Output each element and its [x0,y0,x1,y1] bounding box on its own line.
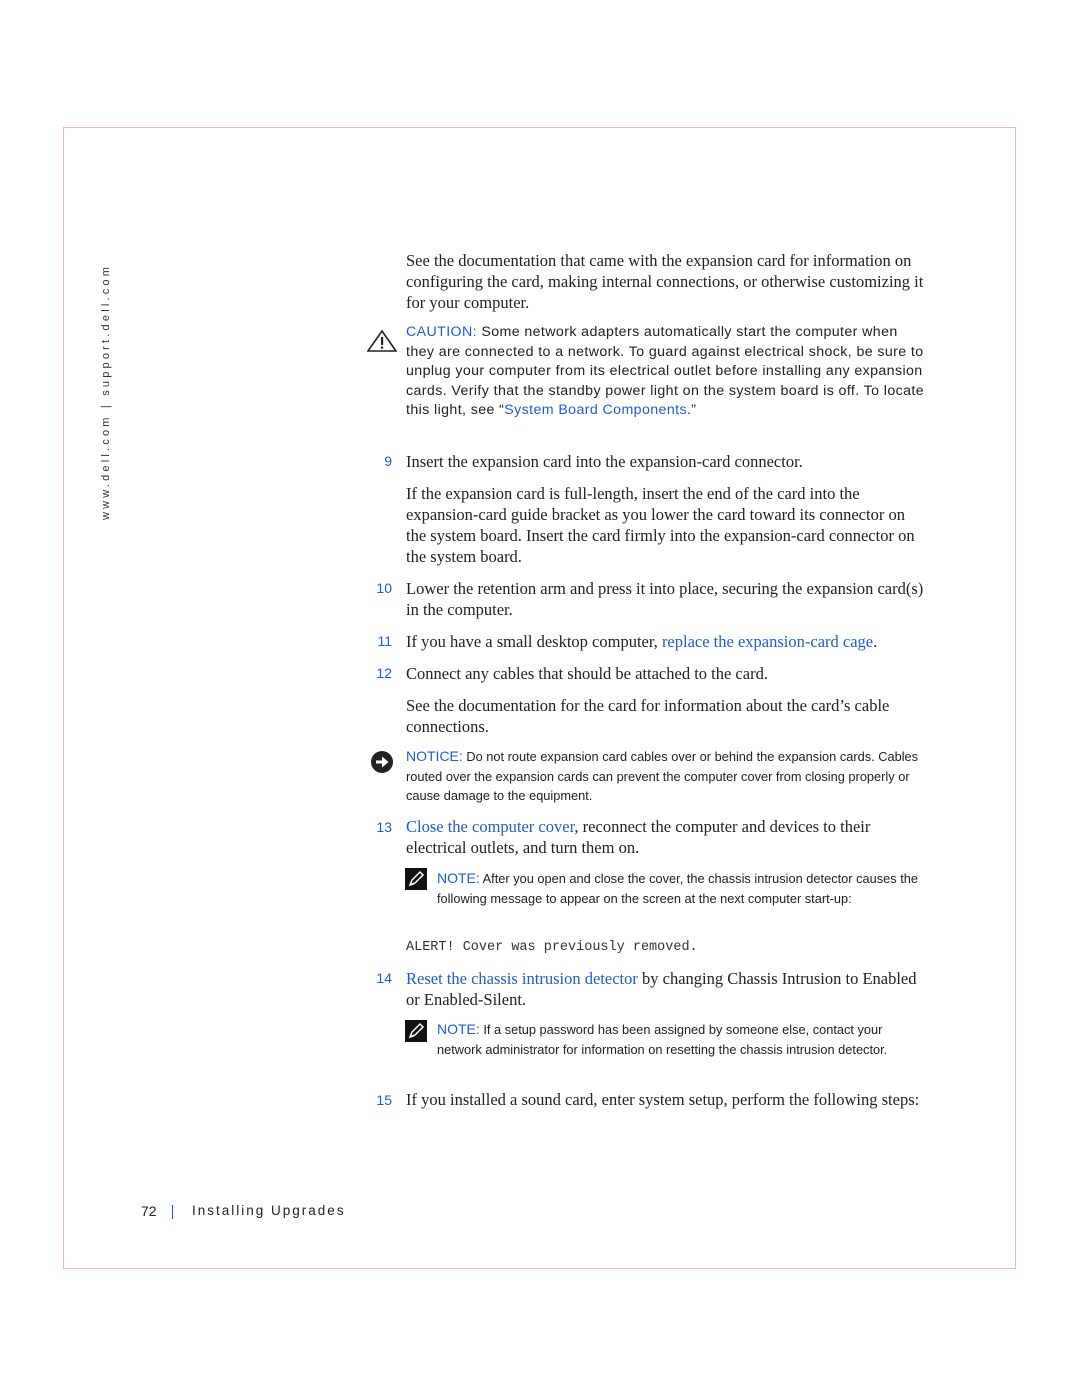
reset-chassis-intrusion-link[interactable]: Reset the chassis intrusion detector [406,969,638,988]
note-label: NOTE: [437,870,480,886]
notice-block: NOTICE: Do not route expansion card cabl… [406,747,926,806]
step-number: 10 [376,580,392,596]
step-number: 14 [376,970,392,986]
section-title: Installing Upgrades [192,1203,346,1218]
footer-divider [172,1205,173,1219]
sidebar-url: www.dell.com | support.dell.com [96,260,116,520]
notice-icon [371,751,393,773]
note-text: After you open and close the cover, the … [437,871,918,906]
step11-text: If you have a small desktop computer, [406,632,662,651]
replace-expansion-card-cage-link[interactable]: replace the expansion-card cage [662,632,873,651]
note-label: NOTE: [437,1021,480,1037]
note-pencil-icon [405,1020,427,1042]
step-number: 12 [376,665,392,681]
close-computer-cover-link[interactable]: Close the computer cover [406,817,574,836]
step-number: 13 [376,819,392,835]
caution-block: CAUTION: Some network adapters automatic… [406,323,926,421]
alert-message: ALERT! Cover was previously removed. [406,940,698,955]
step9-detail: If the expansion card is full-length, in… [406,484,915,566]
caution-icon [367,330,397,352]
step-text: Close the computer cover, reconnect the … [406,816,926,858]
step12-detail: See the documentation for the card for i… [406,696,890,736]
note-block: NOTE: After you open and close the cover… [437,869,927,908]
step-text: Reset the chassis intrusion detector by … [406,968,926,1010]
step-text: Insert the expansion card into the expan… [406,452,803,471]
step-text: Lower the retention arm and press it int… [406,579,924,619]
caution-suffix: .” [686,402,697,418]
caution-label: CAUTION: [406,324,477,340]
note-pencil-icon [405,868,427,890]
notice-label: NOTICE: [406,748,463,764]
sidebar-url-text: www.dell.com | support.dell.com [100,263,112,520]
intro-paragraph: See the documentation that came with the… [406,251,924,312]
step11-suffix: . [873,632,878,651]
step-number: 15 [376,1092,392,1108]
step-text: If you have a small desktop computer, re… [406,631,936,652]
note-text: If a setup password has been assigned by… [437,1022,888,1057]
notice-text: Do not route expansion card cables over … [406,749,919,803]
step-text: If you installed a sound card, enter sys… [406,1090,920,1109]
page-number: 72 [141,1203,157,1219]
step-number: 11 [377,633,392,649]
step-text: Connect any cables that should be attach… [406,664,768,683]
step-number: 9 [384,453,392,469]
note-block: NOTE: If a setup password has been assig… [437,1020,917,1059]
system-board-components-link[interactable]: System Board Components [504,402,687,418]
